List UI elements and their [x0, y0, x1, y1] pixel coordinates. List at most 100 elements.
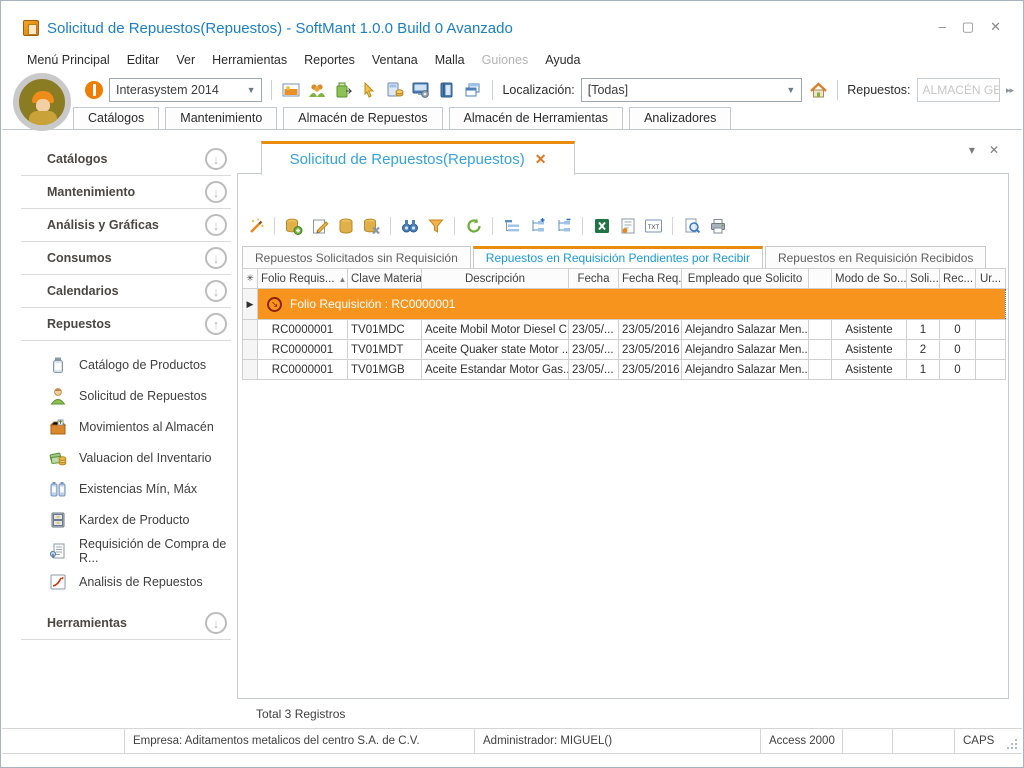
sidebar-item-valuacion-inventario[interactable]: Valuacion del Inventario [21, 442, 231, 473]
doc-dropdown-icon[interactable]: ▾ [969, 143, 975, 157]
col-fecha[interactable]: Fecha [569, 269, 619, 289]
menu-ayuda[interactable]: Ayuda [545, 53, 580, 67]
subtab-pendientes-por-recibir[interactable]: Repuestos en Requisición Pendientes por … [473, 246, 763, 270]
edit-icon[interactable] [310, 217, 329, 236]
pointer-icon[interactable] [359, 80, 379, 100]
menu-reportes[interactable]: Reportes [304, 53, 355, 67]
chevron-down-circle-icon[interactable]: ↓ [205, 612, 227, 634]
tree-collapse-icon[interactable] [554, 217, 573, 236]
toolbar-overflow-icon[interactable]: ▸▸ [1006, 85, 1013, 96]
db-add-icon[interactable] [284, 217, 303, 236]
chevron-down-circle-icon[interactable]: ↓ [205, 280, 227, 302]
col-folio[interactable]: Folio Requis...▲ [258, 269, 348, 289]
picture-icon[interactable] [281, 80, 301, 100]
table-row[interactable]: RC0000001 TV01MGB Aceite Estandar Motor … [243, 360, 1006, 380]
col-empleado[interactable]: Empleado que Solicito [682, 269, 809, 289]
profile-combobox[interactable]: Interasystem 2014 ▼ [109, 78, 262, 102]
tree-expand-icon[interactable] [528, 217, 547, 236]
chevron-down-circle-icon[interactable]: ↓ [205, 148, 227, 170]
status-bar: Empresa: Aditamentos metalicos del centr… [2, 728, 1022, 754]
db-delete-icon[interactable] [362, 217, 381, 236]
menu-herramientas[interactable]: Herramientas [212, 53, 287, 67]
col-fecha-req[interactable]: Fecha Req... [619, 269, 682, 289]
localization-combobox[interactable]: [Todas] ▼ [581, 78, 803, 102]
binoculars-icon[interactable] [400, 217, 419, 236]
box-export-icon[interactable] [333, 80, 353, 100]
close-button[interactable]: ✕ [990, 21, 1001, 33]
subtab-sin-requisicion[interactable]: Repuestos Solicitados sin Requisición [242, 246, 471, 270]
printer-icon[interactable] [708, 217, 727, 236]
tab-almacen-herramientas[interactable]: Almacén de Herramientas [449, 107, 624, 129]
people-icon[interactable] [307, 80, 327, 100]
sidebar-item-existencias[interactable]: Existencias Mín, Máx [21, 473, 231, 504]
chevron-down-circle-icon[interactable]: ↓ [205, 247, 227, 269]
refresh-icon[interactable] [464, 217, 483, 236]
filter-icon[interactable] [426, 217, 445, 236]
alert-icon[interactable] [85, 81, 103, 99]
sidebar-section-analisis[interactable]: Análisis y Gráficas ↓ [21, 209, 231, 242]
maximize-button[interactable]: ▢ [962, 21, 974, 33]
db-icon[interactable] [336, 217, 355, 236]
minimize-button[interactable]: – [939, 21, 946, 33]
group-row[interactable]: ▶ ↘ Folio Requisición : RC0000001 [243, 289, 1006, 320]
book-icon[interactable] [437, 80, 457, 100]
windows-icon[interactable] [463, 80, 483, 100]
gutter-header[interactable]: ✳ [243, 269, 258, 289]
sidebar-section-calendarios[interactable]: Calendarios ↓ [21, 275, 231, 308]
col-recibido[interactable]: Rec... [940, 269, 976, 289]
menu-editar[interactable]: Editar [127, 53, 160, 67]
sidebar-item-analisis-repuestos[interactable]: Analisis de Repuestos [21, 566, 231, 597]
monitor-gear-icon[interactable] [411, 80, 431, 100]
total-records-label: Total 3 Registros [256, 707, 345, 721]
user-avatar[interactable] [13, 73, 71, 131]
menu-malla[interactable]: Malla [435, 53, 465, 67]
sidebar-item-requisicion-compra[interactable]: Requisición de Compra de R... [21, 535, 231, 566]
table-row[interactable]: RC0000001 TV01MDT Aceite Quaker state Mo… [243, 340, 1006, 360]
tab-analizadores[interactable]: Analizadores [629, 107, 731, 129]
chevron-up-circle-icon[interactable]: ↑ [205, 313, 227, 335]
sidebar-section-consumos[interactable]: Consumos ↓ [21, 242, 231, 275]
repuestos-field[interactable]: ALMACÉN GENERAL [917, 78, 1000, 102]
col-clave[interactable]: Clave Material [348, 269, 422, 289]
sidebar-section-catalogos[interactable]: Catálogos ↓ [21, 143, 231, 176]
col-blank[interactable] [809, 269, 832, 289]
sidebar-item-kardex[interactable]: Kardex de Producto [21, 504, 231, 535]
txt-icon[interactable]: TXT [644, 217, 663, 236]
sidebar-item-solicitud-repuestos[interactable]: Solicitud de Repuestos [21, 380, 231, 411]
collapse-group-icon[interactable]: ↘ [267, 297, 282, 312]
chevron-down-icon: ▼ [786, 85, 795, 95]
chevron-down-circle-icon[interactable]: ↓ [205, 214, 227, 236]
doc-close-icon[interactable]: ✕ [989, 143, 999, 157]
note-export-icon[interactable] [618, 217, 637, 236]
col-modo[interactable]: Modo de So... [832, 269, 907, 289]
document-tab[interactable]: Solicitud de Repuestos(Repuestos) ✕ [261, 141, 575, 175]
resize-grip[interactable] [1002, 729, 1022, 753]
print-preview-icon[interactable] [682, 217, 701, 236]
main-toolbar: Interasystem 2014 ▼ Localización: [85, 75, 1013, 105]
tab-almacen-repuestos[interactable]: Almacén de Repuestos [283, 107, 442, 129]
table-row[interactable]: RC0000001 TV01MDC Aceite Mobil Motor Die… [243, 320, 1006, 340]
sidebar-item-movimientos-almacen[interactable]: Movimientos al Almacén [21, 411, 231, 442]
calculator-icon[interactable] [385, 80, 405, 100]
col-urgente[interactable]: Ur... [976, 269, 1006, 289]
app-window: Solicitud de Repuestos(Repuestos) - Soft… [0, 0, 1024, 768]
sidebar-section-herramientas[interactable]: Herramientas ↓ [21, 607, 231, 640]
sidebar-section-repuestos[interactable]: Repuestos ↑ [21, 308, 231, 341]
person-icon [49, 387, 67, 405]
sidebar-item-catalogo-productos[interactable]: Catálogo de Productos [21, 349, 231, 380]
wand-icon[interactable] [246, 217, 265, 236]
home-icon[interactable] [808, 80, 828, 100]
excel-icon[interactable] [592, 217, 611, 236]
tab-mantenimiento[interactable]: Mantenimiento [165, 107, 277, 129]
col-descripcion[interactable]: Descripción [422, 269, 569, 289]
document-tab-close-icon[interactable]: ✕ [535, 151, 547, 168]
chevron-down-circle-icon[interactable]: ↓ [205, 181, 227, 203]
sidebar-section-mantenimiento[interactable]: Mantenimiento ↓ [21, 176, 231, 209]
tab-catalogos[interactable]: Catálogos [73, 107, 159, 129]
subtab-recibidos[interactable]: Repuestos en Requisición Recibidos [765, 246, 986, 270]
tree-icon[interactable] [502, 217, 521, 236]
menu-ver[interactable]: Ver [176, 53, 195, 67]
col-solicitado[interactable]: Soli... [907, 269, 940, 289]
menu-ventana[interactable]: Ventana [372, 53, 418, 67]
menu-menu-principal[interactable]: Menú Principal [27, 53, 110, 67]
